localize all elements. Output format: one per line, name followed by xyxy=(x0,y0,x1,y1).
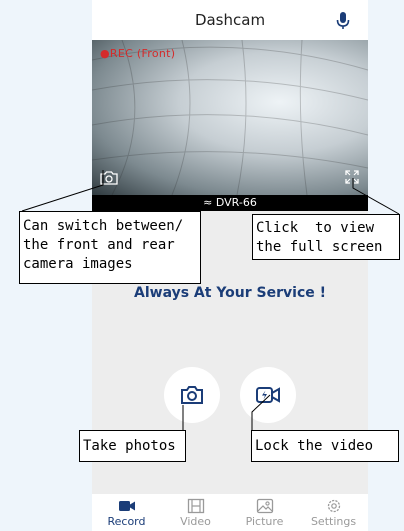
annotation-switch-line3: camera images xyxy=(23,256,133,272)
annotation-switch-line2: the front and rear xyxy=(23,237,175,253)
tab-record-label: Record xyxy=(107,515,146,528)
annotation-fullscreen-line2: the full screen xyxy=(256,239,383,255)
lock-video-button[interactable] xyxy=(240,367,296,423)
annotation-fullscreen: Click to view the full screen xyxy=(252,214,400,260)
rec-indicator: ●REC (Front) xyxy=(100,47,175,60)
header-bar: Dashcam xyxy=(92,0,368,40)
mic-icon[interactable] xyxy=(336,12,350,30)
annotation-camera-switch: Can switch between/ the front and rear c… xyxy=(19,211,201,284)
image-icon xyxy=(256,498,273,514)
tab-record[interactable]: Record xyxy=(97,494,157,528)
slogan-text: Always At Your Service ! xyxy=(134,285,326,301)
annotation-take-photos: Take photos xyxy=(79,430,186,462)
wifi-icon: ≈ xyxy=(203,196,213,209)
camera-preview[interactable]: ●REC (Front) xyxy=(92,40,368,195)
tab-settings-label: Settings xyxy=(310,515,357,528)
camera-switch-icon[interactable] xyxy=(100,170,118,185)
rec-source: (Front) xyxy=(136,47,176,60)
annotation-fullscreen-line1: Click to view xyxy=(256,220,375,236)
fullscreen-icon[interactable] xyxy=(345,170,359,184)
film-icon xyxy=(187,498,204,514)
bottom-tab-bar: Record Video Picture Settings xyxy=(92,494,368,531)
lock-video-icon xyxy=(256,387,280,403)
annotation-switch-line1: Can switch between/ xyxy=(23,218,184,234)
tab-video-label: Video xyxy=(180,515,211,528)
tab-video[interactable]: Video xyxy=(166,494,226,528)
take-photo-button[interactable] xyxy=(164,367,220,423)
record-icon xyxy=(118,501,135,511)
tab-picture[interactable]: Picture xyxy=(235,494,295,528)
page-title: Dashcam xyxy=(194,11,266,29)
tab-settings[interactable]: Settings xyxy=(304,494,364,528)
tab-picture-label: Picture xyxy=(245,515,284,528)
wifi-ssid: DVR-66 xyxy=(215,196,257,209)
annotation-lock-video: Lock the video xyxy=(251,430,399,462)
wifi-status-bar: ≈ DVR-66 xyxy=(92,195,368,211)
camera-icon xyxy=(181,386,203,404)
rec-label: ●REC xyxy=(100,47,134,60)
ceiling-grid xyxy=(92,40,368,195)
gear-icon xyxy=(327,499,340,513)
